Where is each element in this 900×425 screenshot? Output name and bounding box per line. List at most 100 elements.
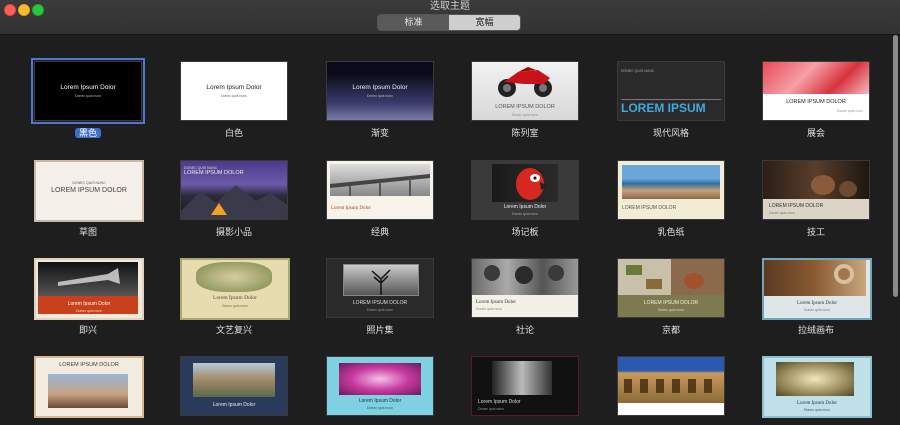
window-title: 选取主题 [430,1,470,12]
salad-image [196,262,272,292]
thumb-subtitle: Donec quis nunc [803,408,831,412]
thumb-subtitle: Donec quis nunc [476,307,503,311]
thumb-title: LOREM IPSUM DOLOR [622,205,677,211]
coffee-image [764,260,866,296]
tab-standard[interactable]: 标准 [378,15,449,30]
bridge-image [330,164,430,196]
theme-name: 场记板 [511,227,539,237]
thumb-title: Lorem Ipsum Dolor [352,84,408,91]
theme-name: 社论 [515,325,534,335]
theme-thumbnail[interactable]: Lorem Ipsum Dolor Donec quis nunc [471,160,579,220]
theme-thumbnail[interactable]: DONEC QUIS NUNC LOREM IPSUM DOLOR [180,160,288,220]
titlebar: 选取主题 标准 宽幅 [0,0,900,35]
vertical-scrollbar[interactable] [893,35,898,297]
abstract-photo [492,361,552,395]
village-image [193,363,275,397]
colosseum-image [618,357,724,403]
theme-thumbnail[interactable]: LOREM IPSUM DOLOR Donec quis nunc [762,61,870,121]
thumb-title: Lorem Ipsum Dolor [797,401,837,406]
thumb-subtitle: Donec quis nunc [657,308,685,312]
parrot-image [492,164,558,202]
thumb-subtitle: Donec quis nunc [511,113,539,117]
thumb-subtitle: Donec quis nunc [220,94,248,98]
thumb-subtitle: Donec quis nunc [366,406,394,410]
theme-name: 摄影小品 [215,227,252,237]
thumb-title: LOREM IPSUM DOLOR [184,170,244,176]
theme-thumbnail[interactable]: Lorem Ipsum Dolor Donec quis nunc [471,258,579,318]
thumb-subtitle: Donec quis nunc [478,407,505,411]
thumb-subtitle: Donec quis nunc [221,304,249,308]
theme-thumbnail[interactable]: DONEC QUIS NUNC LOREM IPSUM [617,61,725,121]
thumb-title: Lorem Ipsum Dolor [476,300,516,305]
thumb-title: Lorem Ipsum Dolor [797,301,837,306]
theme-thumbnail[interactable]: Lorem Ipsum Dolor Donec quis nunc [326,61,434,121]
flower-image [339,363,421,395]
theme-thumbnail[interactable] [617,356,725,416]
theme-thumbnail[interactable]: Lorem Ipsum Dolor [326,160,434,220]
theme-thumbnail[interactable]: Lorem Ipsum Dolor Donec quis nunc [180,61,288,121]
children-photo [472,259,578,295]
theme-thumbnail[interactable]: Lorem Ipsum Dolor Donec quis nunc [326,356,434,416]
theme-chooser-window: 选取主题 标准 宽幅 Lorem Ipsum Dolor Donec quis … [0,0,900,425]
thumb-subtitle: Donec quis nunc [836,109,863,113]
theme-name: 拉绒画布 [797,325,834,335]
thumb-title: LOREM IPSUM DOLOR [786,99,846,105]
theme-name: 黑色 [34,127,142,139]
mountain-tent-image [181,185,287,219]
thumb-title: LOREM IPSUM [621,101,706,115]
thumb-title: Lorem Ipsum Dolor [331,206,371,211]
theme-thumbnail[interactable]: Lorem Ipsum Dolor Donec quis nunc [34,258,144,320]
thumb-title: Lorem Ipsum Dolor [60,84,116,91]
thumb-title: Lorem Ipsum Dolor [212,402,256,408]
theme-thumbnail[interactable]: Lorem Ipsum Dolor [180,356,288,416]
theme-thumbnail[interactable]: LOREM IPSUM DOLOR [617,160,725,220]
theme-name: 经典 [370,227,389,237]
theme-thumbnail[interactable]: LOREM IPSUM DOLOR Donec quis nunc [326,258,434,318]
thumb-subtitle: Donec quis nunc [366,308,394,312]
thumb-title: LOREM IPSUM DOLOR [769,203,824,209]
tree-canopy-image [776,362,854,396]
theme-name: 即兴 [78,325,97,335]
thumb-title: LOREM IPSUM DOLOR [352,300,408,306]
theme-name: 照片集 [366,325,394,335]
theme-name: 现代风格 [652,128,689,138]
slide-size-segmented-control: 标准 宽幅 [377,14,521,31]
thumb-title: LOREM IPSUM DOLOR [51,187,127,194]
theme-thumbnail[interactable]: LOREM IPSUM DOLOR Donec quis nunc [617,258,725,318]
thumb-subtitle: Donec quis nunc [366,94,394,98]
thumb-title: Lorem Ipsum Dolor [503,204,547,210]
houses-image [48,374,128,408]
abstract-image [763,62,869,94]
theme-thumbnail[interactable]: Lorem Ipsum Dolor Donec quis nunc [180,258,290,320]
theme-thumbnail[interactable]: Lorem Ipsum Dolor Donec quis nunc [471,356,579,416]
theme-thumbnail[interactable]: DONEC QUIS NUNC LOREM IPSUM DOLOR [34,160,144,222]
thumb-title: Lorem Ipsum Dolor [206,84,262,91]
tab-widescreen[interactable]: 宽幅 [449,15,520,30]
theme-thumbnail[interactable]: Lorem Ipsum Dolor Donec quis nunc [762,356,872,418]
teaset-image [618,259,724,295]
theme-name: 陈列室 [511,128,539,138]
theme-name: 白色 [224,128,243,138]
theme-name: 京都 [661,325,680,335]
tree-image [343,264,419,296]
theme-name: 渐变 [370,128,389,138]
theme-thumbnail[interactable]: Lorem Ipsum Dolor Donec quis nunc [762,258,872,320]
theme-thumbnail[interactable]: LOREM IPSUM DOLOR Donec quis nunc [762,160,870,220]
trumpet-image [38,262,138,296]
theme-thumbnail[interactable]: LOREM IPSUM DOLOR Donec quis nunc [471,61,579,121]
motorcycle-image [498,67,552,97]
thumb-subtitle: Donec quis nunc [769,211,796,215]
thumb-title: LOREM IPSUM DOLOR [643,300,699,306]
thumb-title: LOREM IPSUM DOLOR [495,104,555,110]
theme-thumbnail[interactable]: Lorem Ipsum Dolor Donec quis nunc [31,58,145,124]
theme-name: 文艺复兴 [215,325,252,335]
theme-name: 草图 [78,227,97,237]
thumb-title: Lorem Ipsum Dolor [67,301,111,307]
thumb-kicker: DONEC QUIS NUNC [621,69,655,73]
thumb-subtitle: Donec quis nunc [803,308,831,312]
thumb-title: Lorem Ipsum Dolor [478,399,521,405]
thumb-title: Lorem Ipsum Dolor [358,398,402,404]
thumb-subtitle: Donec quis nunc [74,94,102,98]
theme-thumbnail[interactable]: LOREM IPSUM DOLOR [34,356,144,418]
thumb-subtitle: Donec quis nunc [511,212,539,216]
